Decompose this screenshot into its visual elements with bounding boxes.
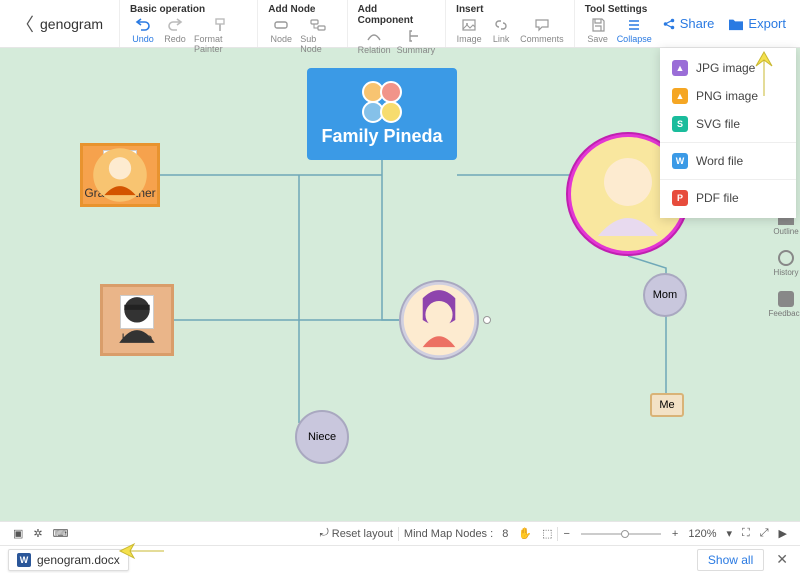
zoom-out[interactable]: −: [558, 528, 574, 540]
hand-tool[interactable]: ✋: [513, 527, 537, 540]
save-button[interactable]: Save: [585, 17, 611, 44]
format-painter-button[interactable]: Format Painter: [194, 17, 247, 54]
doc-title[interactable]: genogram: [40, 0, 119, 47]
download-item[interactable]: W genogram.docx: [8, 549, 129, 571]
node-root[interactable]: Family Pineda: [307, 68, 457, 160]
word-icon: W: [17, 553, 31, 567]
node-button[interactable]: Node: [268, 17, 294, 54]
zoom-slider[interactable]: [581, 533, 661, 535]
node-count: Mind Map Nodes : 8: [399, 528, 513, 540]
hint-arrow-download: [116, 540, 166, 567]
group-tool-settings: Tool Settings Save Collapse: [574, 0, 662, 47]
relation-button[interactable]: Relation: [358, 28, 391, 55]
export-svg[interactable]: SSVG file: [660, 110, 796, 138]
image-button[interactable]: Image: [456, 17, 482, 44]
group-insert: Insert Image Link Comments: [445, 0, 574, 47]
back-button[interactable]: 〈: [10, 0, 40, 47]
zoom-dropdown[interactable]: ▾: [721, 527, 737, 540]
node-aunt[interactable]: Aunt: [399, 280, 479, 360]
avatar-icon: [606, 164, 650, 208]
avatar-icon: [422, 295, 456, 329]
redo-button[interactable]: Redo: [162, 17, 188, 54]
sp-history[interactable]: History: [774, 250, 799, 277]
share-icon: [662, 17, 676, 31]
show-all-button[interactable]: Show all: [697, 549, 764, 571]
cursor-tool[interactable]: ⬚: [537, 527, 557, 540]
export-icon: [728, 17, 744, 31]
undo-button[interactable]: Undo: [130, 17, 156, 54]
avatar-icon: [120, 295, 154, 329]
node-grandfather[interactable]: Grand Father: [80, 143, 160, 207]
export-pdf[interactable]: PPDF file: [660, 184, 796, 212]
collapse-button[interactable]: Collapse: [617, 17, 652, 44]
summary-button[interactable]: Summary: [397, 28, 436, 55]
bb-icon3[interactable]: ⌨: [48, 527, 74, 540]
svg-text:W: W: [20, 555, 29, 565]
sp-feedback[interactable]: Feedback: [768, 291, 800, 318]
node-handle[interactable]: [483, 316, 491, 324]
export-button[interactable]: Export: [728, 16, 786, 31]
node-mom[interactable]: Mom: [643, 273, 687, 317]
reset-layout-button[interactable]: ⤾ Reset layout: [315, 527, 398, 540]
hint-arrow-export: [750, 48, 778, 103]
group-add-component: Add Component Relation Summary: [347, 0, 446, 47]
present-button[interactable]: ▶: [774, 527, 792, 540]
zoom-in[interactable]: +: [667, 528, 683, 540]
avatar-icon: [103, 150, 137, 184]
bb-icon2[interactable]: ✲: [28, 527, 47, 540]
comments-button[interactable]: Comments: [520, 17, 564, 44]
share-button[interactable]: Share: [662, 16, 715, 31]
toolbar: 〈 genogram Basic operation Undo Redo For…: [0, 0, 800, 48]
fit-button[interactable]: ⛶: [737, 527, 755, 540]
bb-icon1[interactable]: ▣: [8, 527, 28, 540]
link-button[interactable]: Link: [488, 17, 514, 44]
node-uncle[interactable]: Uncle: [100, 284, 174, 356]
zoom-value: 120%: [683, 528, 721, 540]
sub-node-button[interactable]: Sub Node: [300, 17, 336, 54]
family-avatar-icon: [357, 82, 407, 122]
group-add-node: Add Node Node Sub Node: [257, 0, 346, 47]
node-me[interactable]: Me: [650, 393, 684, 417]
fullscreen-button[interactable]: ⤢: [755, 527, 774, 540]
close-download-bar[interactable]: ✕: [772, 551, 792, 568]
group-basic: Basic operation Undo Redo Format Painter: [119, 0, 257, 47]
export-word[interactable]: WWord file: [660, 147, 796, 175]
node-niece[interactable]: Niece: [295, 410, 349, 464]
